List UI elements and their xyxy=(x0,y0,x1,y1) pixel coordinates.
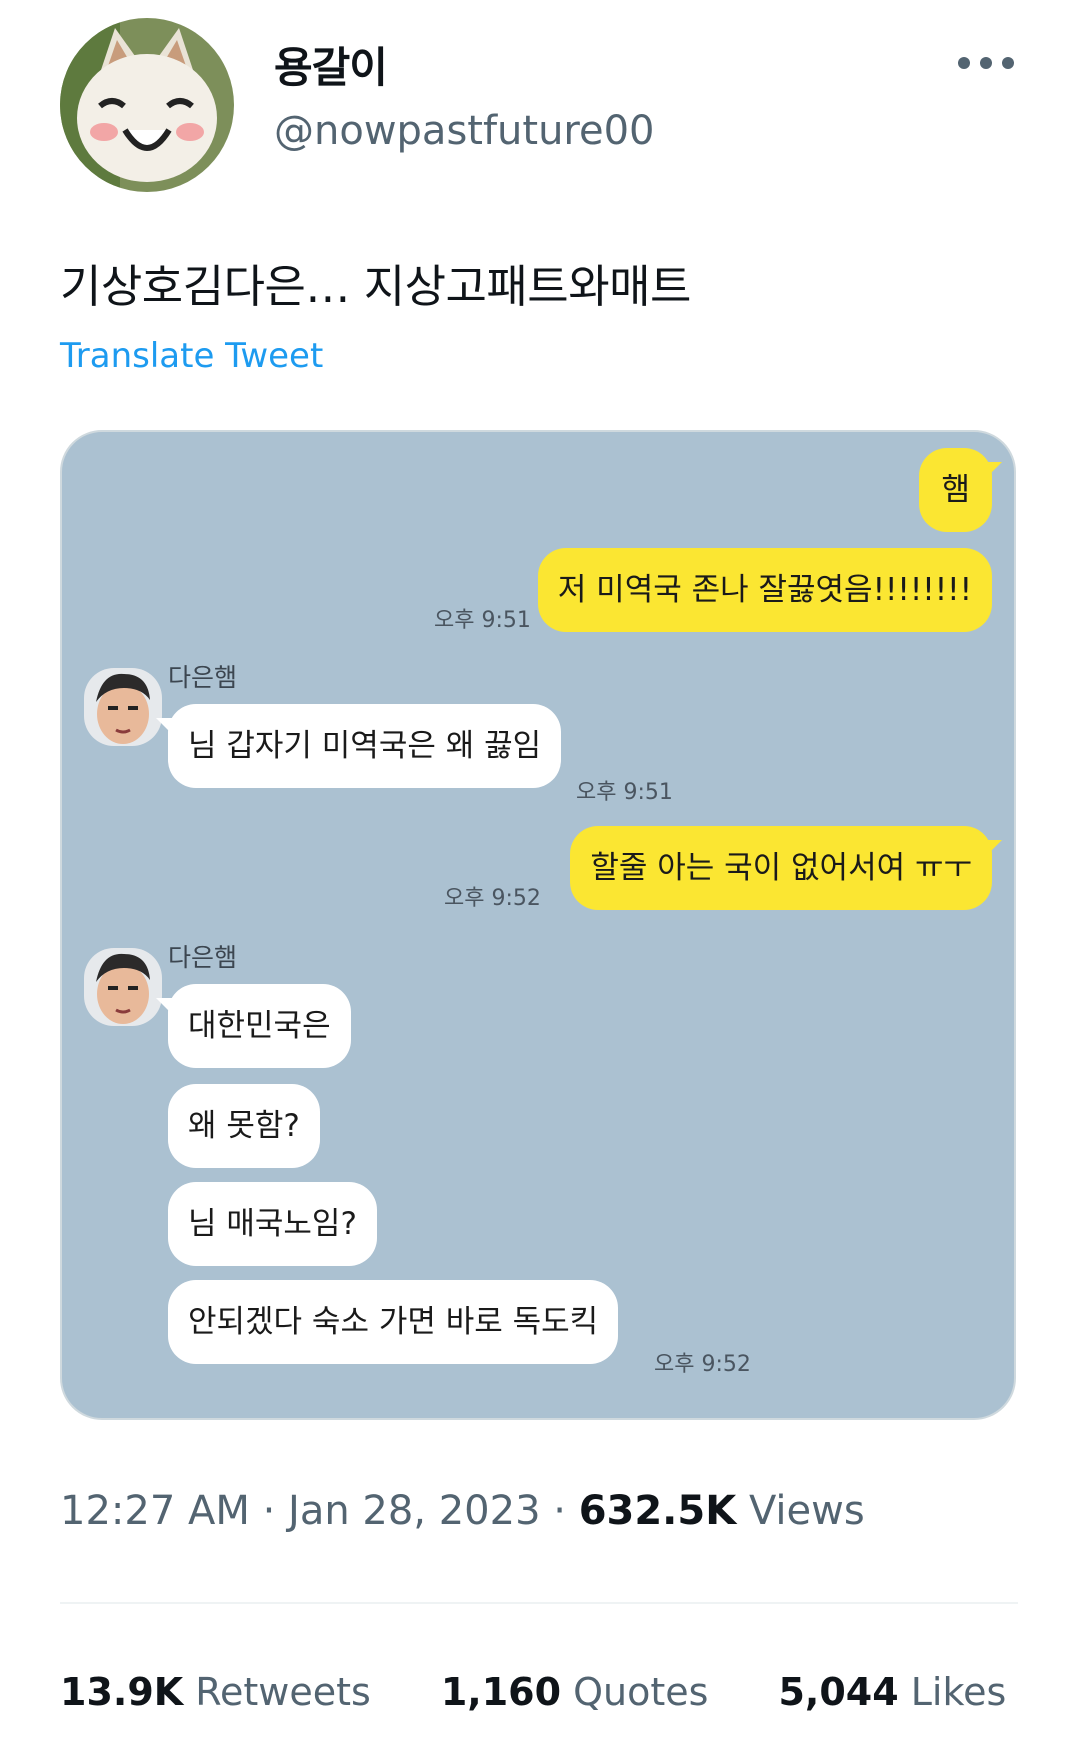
more-options-icon[interactable] xyxy=(958,48,1014,78)
retweets-count: 13.9K xyxy=(60,1670,184,1714)
sender-name: 다은햄 xyxy=(168,943,238,972)
bubble-tail xyxy=(156,718,178,740)
divider xyxy=(60,1602,1018,1604)
tweet-time[interactable]: 12:27 AM xyxy=(60,1488,250,1534)
my-message-bubble: 햄 xyxy=(919,448,992,532)
quotes-stat[interactable]: 1,160 Quotes xyxy=(441,1670,709,1714)
likes-label: Likes xyxy=(910,1670,1007,1714)
message-text: 님 갑자기 미역국은 왜 끓임 xyxy=(188,728,542,764)
bubble-tail xyxy=(156,998,178,1020)
translate-tweet-link[interactable]: Translate Tweet xyxy=(60,336,323,376)
tweet-date[interactable]: Jan 28, 2023 xyxy=(288,1488,541,1534)
message-text: 대한민국은 xyxy=(188,1008,331,1044)
views-count: 632.5K xyxy=(578,1488,737,1534)
meta-separator: · xyxy=(553,1488,566,1534)
sender-name: 다은햄 xyxy=(168,663,238,692)
other-message-bubble: 님 갑자기 미역국은 왜 끓임 xyxy=(168,704,562,788)
message-text: 님 매국노임? xyxy=(188,1206,357,1242)
quotes-count: 1,160 xyxy=(440,1670,562,1714)
retweets-label: Retweets xyxy=(195,1670,371,1714)
other-message-bubble: 대한민국은 xyxy=(168,984,351,1068)
other-message-bubble: 왜 못함? xyxy=(168,1084,320,1168)
message-time: 오후 9:51 xyxy=(576,780,673,805)
likes-stat[interactable]: 5,044 Likes xyxy=(778,1670,1006,1714)
message-text: 안되겠다 숙소 가면 바로 독도킥 xyxy=(188,1304,599,1340)
meta-separator: · xyxy=(262,1488,276,1534)
message-text: 저 미역국 존나 잘끓엿음!!!!!!!! xyxy=(557,572,972,608)
tweet-meta: 12:27 AM · Jan 28, 2023 · 632.5K Views xyxy=(60,1488,865,1534)
message-time: 오후 9:51 xyxy=(434,608,531,633)
message-time: 오후 9:52 xyxy=(444,886,541,911)
message-text: 할줄 아는 국이 없어서여 ㅠㅜ xyxy=(590,850,972,886)
other-message-bubble: 안되겠다 숙소 가면 바로 독도킥 xyxy=(168,1280,619,1364)
likes-count: 5,044 xyxy=(778,1670,899,1714)
sender-avatar xyxy=(84,948,162,1026)
views-label: Views xyxy=(748,1488,865,1534)
author-avatar[interactable] xyxy=(60,18,234,192)
tweet-text: 기상호김다은… 지상고패트와매트 xyxy=(60,260,691,313)
quotes-label: Quotes xyxy=(573,1670,709,1714)
retweets-stat[interactable]: 13.9K Retweets xyxy=(60,1670,371,1714)
sender-avatar xyxy=(84,668,162,746)
other-message-bubble: 님 매국노임? xyxy=(168,1182,377,1266)
bubble-tail xyxy=(980,840,1002,862)
bubble-tail xyxy=(980,462,1002,484)
message-text: 햄 xyxy=(941,472,970,508)
author-handle[interactable]: @nowpastfuture00 xyxy=(274,108,655,154)
author-display-name[interactable]: 용갈이 xyxy=(274,34,388,95)
tweet-stats: 13.9K Retweets 1,160 Quotes 5,044 Likes xyxy=(60,1670,1076,1714)
message-time: 오후 9:52 xyxy=(654,1352,751,1377)
chat-screenshot-image[interactable]: 햄 저 미역국 존나 잘끓엿음!!!!!!!! 오후 9:51 다은햄 님 갑자… xyxy=(60,430,1016,1420)
my-message-bubble: 할줄 아는 국이 없어서여 ㅠㅜ xyxy=(570,826,992,910)
my-message-bubble: 저 미역국 존나 잘끓엿음!!!!!!!! xyxy=(537,548,992,632)
message-text: 왜 못함? xyxy=(188,1108,300,1144)
